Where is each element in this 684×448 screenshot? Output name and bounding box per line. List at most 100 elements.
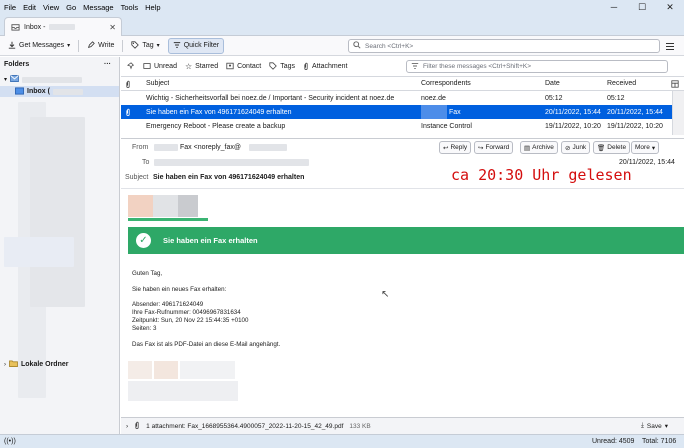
status-bar: ((•)) Unread: 4509 Total: 7106 [0,434,684,448]
reply-label: Reply [450,144,468,151]
write-button[interactable]: Write [83,39,118,53]
archive-icon: ▤ [524,144,531,152]
message-row-selected[interactable]: Sie haben ein Fax von 496171624049 erhal… [121,105,672,119]
filter-unread-button[interactable]: Unread [143,62,177,72]
toolbar-divider [78,39,80,52]
folder-local[interactable]: › Lokale Ordner [0,359,119,370]
pin-button[interactable] [127,61,135,72]
footer-redacted [128,381,238,401]
menu-bar: File Edit View Go Message Tools Help [0,0,684,14]
menu-tools[interactable]: Tools [121,3,139,12]
chevron-down-icon: ▾ [67,43,71,49]
message-date: 20/11/2022, 15:44 [545,108,601,116]
message-correspondent: Instance Control [421,122,472,130]
filter-starred-button[interactable]: ☆ Starred [185,62,218,71]
tag-label: Tag [142,42,154,49]
tag-icon [131,40,140,51]
quick-filter-button[interactable]: Quick Filter [167,37,225,54]
get-messages-button[interactable]: Get Messages ▾ [4,39,74,53]
attachment-summary[interactable]: 1 attachment: Fax_1668955364.4900057_202… [146,423,343,430]
reply-icon: ↩ [443,144,449,152]
message-received: 19/11/2022, 10:20 [607,122,663,130]
minimize-button[interactable]: ─ [600,0,628,14]
tab-inbox[interactable]: Inbox - ✕ [4,17,122,36]
search-input[interactable]: Search <Ctrl+K> [348,39,660,53]
column-received[interactable]: Received [607,77,636,90]
thread-header: Subject Correspondents Date Received [121,77,684,91]
column-date[interactable]: Date [545,77,560,90]
message-received: 20/11/2022, 15:44 [607,108,663,116]
message-row[interactable]: Wichtig - Sicherheitsvorfall bei noez.de… [121,91,672,105]
filter-attachment-button[interactable]: Attachment [303,62,347,72]
chevron-right-icon[interactable]: › [126,423,128,430]
fax-banner: ✓ Sie haben ein Fax erhalten [128,227,684,254]
filter-contact-button[interactable]: Contact [226,62,261,72]
message-row[interactable]: Emergency Reboot - Please create a backu… [121,119,672,133]
archive-button[interactable]: ▤ Archive [520,141,558,154]
menu-go[interactable]: Go [66,3,76,12]
chevron-down-icon: ▾ [651,144,656,152]
tag-button[interactable]: Tag ▾ [127,39,163,53]
message-subject: Emergency Reboot - Please create a backu… [146,122,286,130]
email-fax-number: Ihre Fax-Rufnummer: 00496967831634 [132,309,241,316]
contact-label: Contact [237,63,262,70]
get-messages-label: Get Messages [19,42,65,49]
column-picker-icon[interactable] [671,77,679,90]
paperclip-icon [125,105,131,119]
chevron-down-icon: ▾ [664,423,668,430]
maximize-button[interactable]: ☐ [628,0,656,14]
delete-button[interactable]: 🗑 Delete [593,141,631,154]
junk-label: Junk [572,144,587,151]
save-label: Save [646,422,662,430]
menu-message[interactable]: Message [83,3,113,12]
folder-inbox[interactable]: Inbox ( [0,86,119,97]
column-subject[interactable]: Subject [146,77,169,90]
starred-label: Starred [195,63,219,70]
menu-file[interactable]: File [4,3,16,12]
junk-button[interactable]: ⊘ Junk [561,141,591,154]
inbox-label: Inbox ( [27,88,50,95]
folder-menu-icon[interactable]: ··· [104,61,111,68]
menu-edit[interactable]: Edit [23,3,36,12]
reply-button[interactable]: ↩ Reply [439,141,472,154]
tab-title: Inbox - [24,23,46,31]
save-attachment-button[interactable]: ⤓ Save ▾ [641,422,668,430]
attachment-column-icon[interactable] [125,77,131,90]
from-value[interactable]: Fax <noreply_fax@ [180,144,241,151]
more-button[interactable]: More ▾ [631,141,660,154]
from-redacted [154,144,178,151]
close-icon[interactable]: ✕ [109,23,116,32]
junk-icon: ⊘ [565,144,571,152]
filter-messages-input[interactable]: Filter these messages <Ctrl+Shift+K> [406,60,668,73]
forward-button[interactable]: ↪ Forward [474,141,514,154]
account-name-redacted [22,76,83,83]
from-label: From [132,144,149,151]
folder-pane-header: Folders ··· [0,57,119,71]
download-icon: ⤓ [641,422,644,429]
tags-label: Tags [280,63,296,70]
forward-icon: ↪ [478,144,484,152]
banner-text: Sie haben ein Fax erhalten [163,236,258,245]
menu-view[interactable]: View [43,3,59,12]
column-correspondents[interactable]: Correspondents [421,77,471,90]
thread-scrollbar[interactable] [672,91,684,135]
account-row[interactable]: ▾ [0,74,119,85]
inbox-count-redacted [52,88,83,95]
email-absender: Absender: 496171624049 [132,301,204,308]
app-menu-icon[interactable] [666,39,678,53]
close-window-button[interactable]: ✕ [656,0,684,14]
message-date: 05:12 [545,94,563,102]
redacted-folder-names [30,117,85,307]
message-date-header: 20/11/2022, 15:44 [619,159,675,166]
chevron-right-icon: › [4,361,6,368]
menu-help[interactable]: Help [145,3,160,12]
inbox-icon [15,86,24,97]
filter-tags-button[interactable]: Tags [269,61,296,72]
activity-icon[interactable]: ((•)) [4,438,16,445]
forward-label: Forward [485,144,510,151]
attachment-bar[interactable]: › 1 attachment: Fax_1668955364.4900057_2… [121,417,684,434]
local-folders-label: Lokale Ordner [21,361,69,368]
filter-icon [173,41,181,51]
trash-icon: 🗑 [597,144,606,152]
pin-icon [127,61,135,72]
